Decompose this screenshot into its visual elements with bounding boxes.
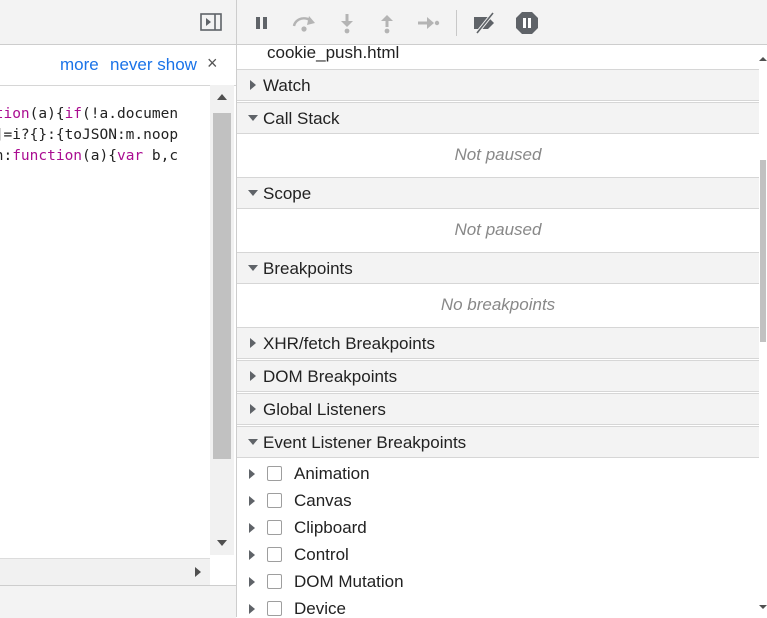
event-category-animation[interactable]: Animation [237,461,759,488]
section-title: Scope [263,184,312,203]
code-editor[interactable]: ction(a){if(!a.documenk]=i?{}:{toJSON:m.… [0,104,210,554]
event-category-label: Device [294,599,346,617]
collapse-arrow-icon [248,265,258,271]
event-checkbox[interactable] [267,493,282,508]
file-name[interactable]: cookie_push.html [267,43,399,63]
event-category-label: DOM Mutation [294,572,404,591]
collapse-arrow-icon [248,190,258,196]
section-title: Global Listeners [263,400,386,419]
debugger-sidebar: cookie_push.html Watch Call Stack Not pa… [237,0,767,617]
section-dom-breakpoints[interactable]: DOM Breakpoints [237,360,759,392]
empty-message: Not paused [454,220,542,239]
event-checkbox[interactable] [267,520,282,535]
event-category-control[interactable]: Control [237,542,759,569]
more-link[interactable]: more [60,55,99,75]
step-icon[interactable] [416,12,440,34]
paused-file-row[interactable]: cookie_push.html [237,43,759,70]
call-stack-content: Not paused [237,134,759,176]
event-checkbox[interactable] [267,466,282,481]
code-token: function [12,148,83,164]
step-out-icon[interactable] [376,12,398,34]
event-category-dom-mutation[interactable]: DOM Mutation [237,569,759,596]
deactivate-breakpoints-icon[interactable] [471,12,499,34]
scroll-right-arrow-icon[interactable] [192,566,204,578]
scroll-down-arrow-icon[interactable] [759,603,767,611]
code-token: ction [0,106,30,122]
code-token: (!a.documen [82,106,179,122]
section-scope[interactable]: Scope [237,177,759,209]
toolbar-separator [456,10,457,36]
scroll-up-arrow-icon[interactable] [759,55,767,63]
expand-arrow-icon [250,371,256,381]
toggle-debugger-sidebar-icon[interactable] [200,13,222,31]
section-watch[interactable]: Watch [237,69,759,101]
section-title: Watch [263,76,311,95]
event-category-canvas[interactable]: Canvas [237,488,759,515]
event-checkbox[interactable] [267,574,282,589]
empty-message: Not paused [454,145,542,164]
code-token: b,c [143,148,179,164]
expand-arrow-icon[interactable] [247,577,257,587]
event-checkbox[interactable] [267,547,282,562]
code-line[interactable]: k]=i?{}:{toJSON:m.noop [0,125,196,146]
code-token: un: [0,148,13,164]
section-call-stack[interactable]: Call Stack [237,102,759,134]
collapse-arrow-icon [248,439,258,445]
event-category-label: Clipboard [294,518,367,537]
code-line[interactable]: un:function(a){var b,c [0,146,196,167]
debugger-toolbar [237,0,767,45]
editor-toolbar [0,0,236,45]
close-icon[interactable]: × [207,53,218,74]
sources-editor-pane: more never show × ction(a){if(!a.documen… [0,0,236,618]
breakpoints-content: No breakpoints [237,284,759,326]
expand-arrow-icon[interactable] [247,496,257,506]
expand-arrow-icon [250,404,256,414]
expand-arrow-icon [250,80,256,90]
step-over-icon[interactable] [290,12,318,34]
empty-message: No breakpoints [440,295,556,314]
section-title: XHR/fetch Breakpoints [263,334,435,353]
scroll-down-arrow-icon[interactable] [216,537,228,549]
expand-arrow-icon[interactable] [247,550,257,560]
expand-arrow-icon [250,338,256,348]
section-breakpoints[interactable]: Breakpoints [237,252,759,284]
collapse-arrow-icon [248,115,258,121]
expand-arrow-icon[interactable] [247,523,257,533]
section-xhr-fetch-breakpoints[interactable]: XHR/fetch Breakpoints [237,327,759,359]
section-title: Breakpoints [263,259,353,278]
scroll-thumb[interactable] [760,160,766,342]
code-token: (a){ [29,106,65,122]
expand-arrow-icon[interactable] [247,604,257,614]
step-into-icon[interactable] [336,12,358,34]
scope-content: Not paused [237,209,759,251]
editor-vertical-scrollbar[interactable] [210,85,234,555]
event-category-label: Animation [294,464,370,483]
scroll-thumb[interactable] [213,113,231,459]
code-token: if [64,106,83,122]
infobar: more never show × [0,45,236,86]
code-token: (a){ [82,148,117,164]
section-event-listener-breakpoints[interactable]: Event Listener Breakpoints [237,426,759,458]
scroll-up-arrow-icon[interactable] [216,91,228,103]
never-show-link[interactable]: never show [110,55,197,75]
event-category-device[interactable]: Device [237,596,759,617]
editor-status-bar [0,585,236,618]
code-token: k]=i?{}:{toJSON:m.noop [0,127,179,143]
expand-arrow-icon[interactable] [247,469,257,479]
section-title: Call Stack [263,109,340,128]
event-category-label: Canvas [294,491,352,510]
section-title: Event Listener Breakpoints [263,433,467,452]
pause-icon[interactable] [251,12,273,34]
section-title: DOM Breakpoints [263,367,398,386]
event-category-label: Control [294,545,349,564]
event-category-clipboard[interactable]: Clipboard [237,515,759,542]
sidebar-scrollbar[interactable] [759,45,767,617]
event-checkbox[interactable] [267,601,282,616]
code-token: var [116,148,144,164]
section-global-listeners[interactable]: Global Listeners [237,393,759,425]
code-line[interactable]: ction(a){if(!a.documen [0,104,196,125]
editor-horizontal-scrollbar[interactable] [0,558,210,585]
pause-on-exceptions-icon[interactable] [515,11,539,35]
